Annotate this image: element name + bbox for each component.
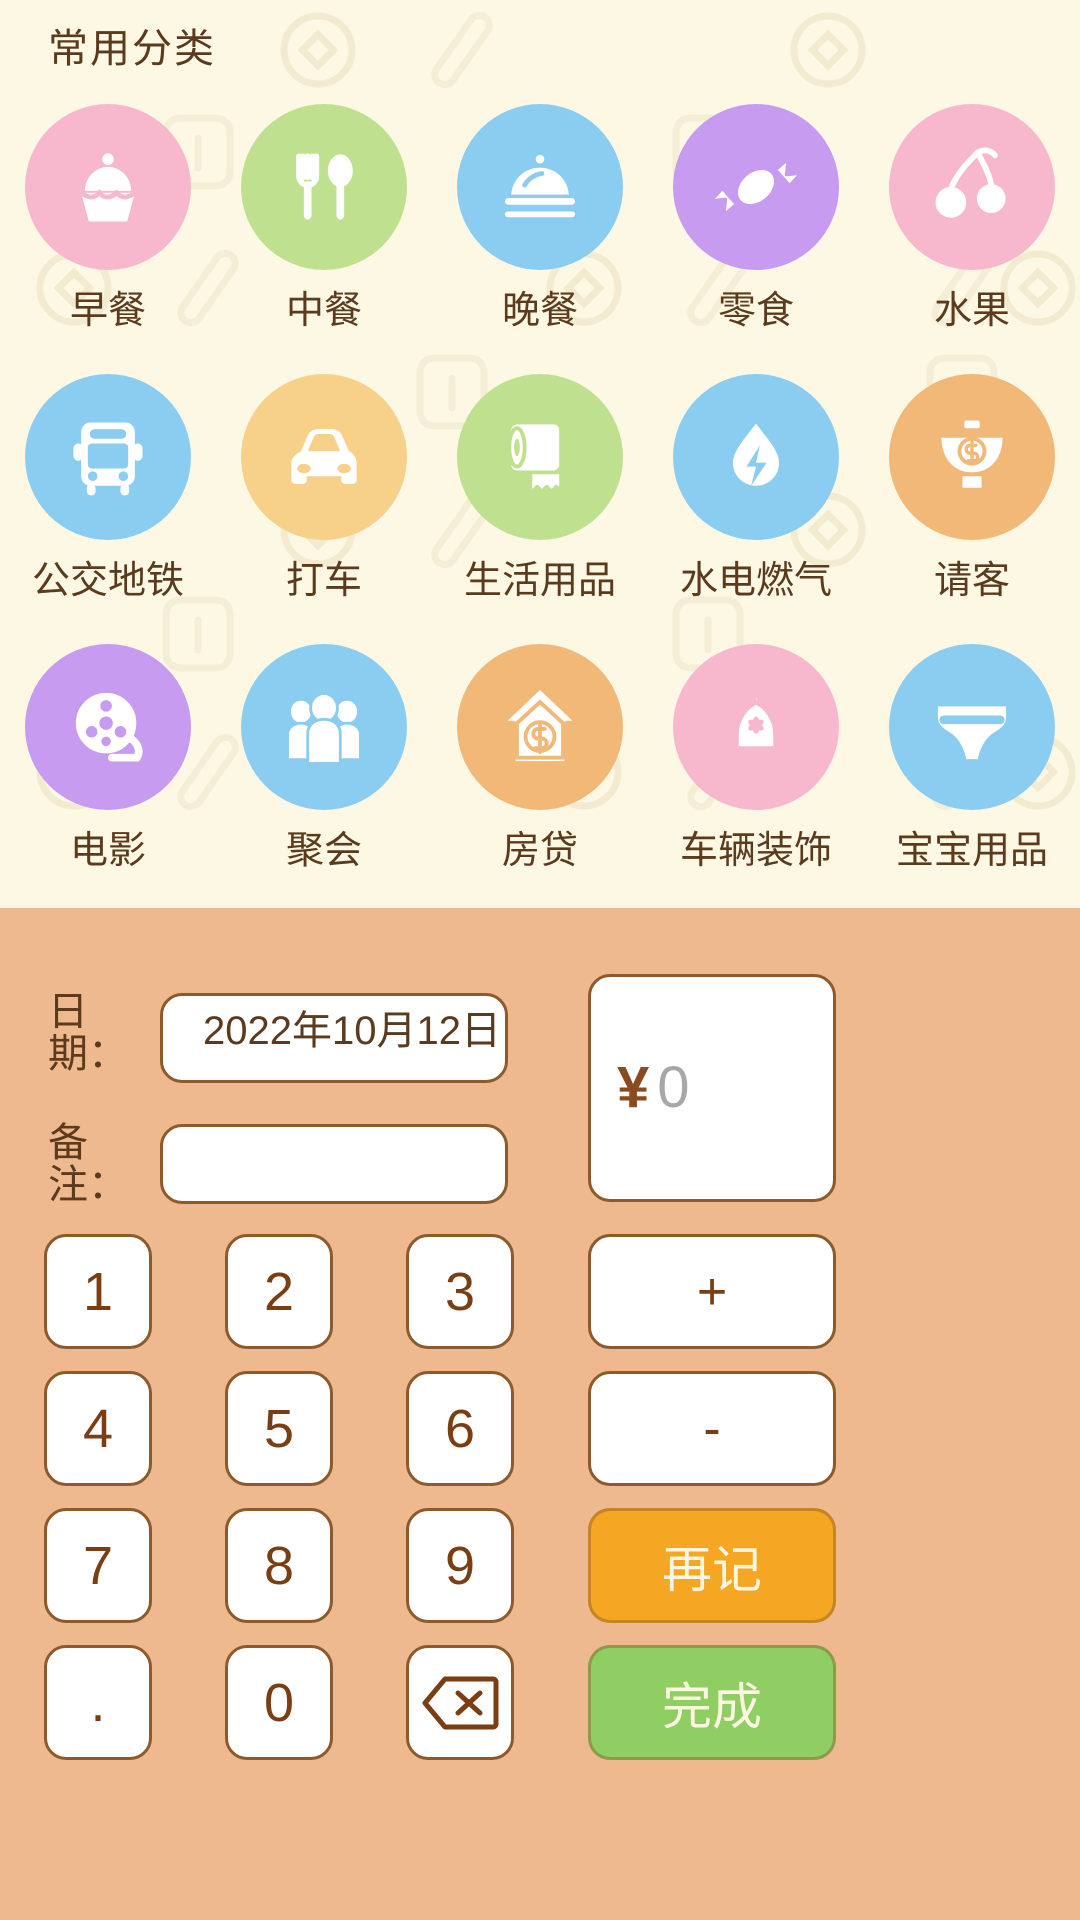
key-9[interactable]: 9	[406, 1508, 514, 1623]
treat-bowl-icon	[928, 416, 1016, 492]
category-item-treat[interactable]: 请客	[864, 366, 1080, 636]
category-label: 公交地铁	[31, 560, 184, 602]
category-icon-bg	[25, 104, 191, 270]
key-decimal[interactable]: .	[44, 1645, 152, 1760]
category-icon-bg	[241, 104, 407, 270]
category-item-lunch[interactable]: 中餐	[216, 96, 432, 366]
category-icon-bg	[457, 644, 623, 810]
category-icon-bg	[889, 104, 1055, 270]
amount-value: 0	[657, 1055, 690, 1120]
category-label: 早餐	[69, 290, 146, 332]
category-label: 零食	[717, 290, 794, 332]
note-field-label: 备注：	[48, 1121, 128, 1207]
category-row: 电影 聚会 房贷 车辆装饰 宝宝用品	[0, 636, 1080, 906]
category-label: 水果	[933, 290, 1010, 332]
currency-symbol: ¥	[617, 1055, 650, 1120]
done-button[interactable]: 完成	[588, 1645, 836, 1760]
backspace-icon	[422, 1676, 499, 1729]
date-input[interactable]: 2022年10月12日	[160, 993, 508, 1083]
key-backspace[interactable]	[406, 1645, 514, 1760]
house-money-icon	[499, 684, 581, 766]
category-label: 水电燃气	[679, 560, 832, 602]
category-item-movie[interactable]: 电影	[0, 636, 216, 906]
category-grid: 早餐 中餐 晚餐 零食 水果 公交地铁 打车 生活用品 水电燃气 请客 电影 聚…	[0, 96, 1080, 906]
category-item-fruit[interactable]: 水果	[864, 96, 1080, 366]
car-decor-icon	[734, 685, 778, 763]
key-7[interactable]: 7	[44, 1508, 152, 1623]
category-icon-bg	[241, 374, 407, 540]
car-icon	[291, 429, 357, 484]
amount-display[interactable]: ¥ 0	[588, 974, 836, 1202]
category-label: 中餐	[285, 290, 362, 332]
category-icon-bg	[889, 644, 1055, 810]
category-item-daily-goods[interactable]: 生活用品	[432, 366, 648, 636]
input-panel: 日期： 2022年10月12日 备注： ¥ 0 1 2 3 4 5 6 7 8 …	[0, 908, 1080, 1920]
category-item-transit[interactable]: 公交地铁	[0, 366, 216, 636]
category-item-taxi[interactable]: 打车	[216, 366, 432, 636]
key-4[interactable]: 4	[44, 1371, 152, 1486]
category-row: 早餐 中餐 晚餐 零食 水果	[0, 96, 1080, 366]
cloche-icon	[502, 151, 578, 221]
category-item-gathering[interactable]: 聚会	[216, 636, 432, 906]
category-label: 请客	[933, 560, 1010, 602]
film-reel-icon	[71, 688, 143, 762]
category-item-utilities[interactable]: 水电燃气	[648, 366, 864, 636]
candy-icon	[708, 156, 804, 218]
key-0[interactable]: 0	[225, 1645, 333, 1760]
category-label: 宝宝用品	[895, 830, 1048, 872]
water-power-icon	[729, 417, 783, 490]
category-label: 晚餐	[501, 290, 578, 332]
category-icon-bg	[673, 644, 839, 810]
category-label: 打车	[285, 560, 362, 602]
key-5[interactable]: 5	[225, 1371, 333, 1486]
category-item-breakfast[interactable]: 早餐	[0, 96, 216, 366]
key-1[interactable]: 1	[44, 1234, 152, 1349]
date-value: 2022年10月12日	[203, 1009, 501, 1053]
category-label: 房贷	[501, 830, 578, 872]
category-icon-bg	[673, 374, 839, 540]
numeric-keypad: 1 2 3 4 5 6 7 8 9 . 0 + - 再记 完成	[0, 1228, 1080, 1920]
category-label: 生活用品	[463, 560, 616, 602]
key-6[interactable]: 6	[406, 1371, 514, 1486]
fork-spoon-icon	[296, 153, 353, 220]
category-item-mortgage[interactable]: 房贷	[432, 636, 648, 906]
cupcake-icon	[79, 153, 137, 222]
bus-icon	[73, 422, 143, 496]
key-minus[interactable]: -	[588, 1371, 836, 1486]
date-field-label: 日期：	[48, 990, 128, 1076]
category-panel: 常用分类 早餐 中餐 晚餐 零食 水果 公交地铁 打车 生活用品 水电燃气 请客…	[0, 0, 1080, 908]
category-label: 车辆装饰	[679, 830, 832, 872]
category-icon-bg	[457, 104, 623, 270]
category-icon-bg	[25, 644, 191, 810]
category-icon-bg	[889, 374, 1055, 540]
key-3[interactable]: 3	[406, 1234, 514, 1349]
category-icon-bg	[25, 374, 191, 540]
save-and-continue-button[interactable]: 再记	[588, 1508, 836, 1623]
toilet-paper-icon	[507, 420, 564, 494]
category-label: 电影	[69, 830, 146, 872]
people-group-icon	[286, 691, 362, 765]
category-icon-bg	[457, 374, 623, 540]
category-icon-bg	[673, 104, 839, 270]
category-item-snack[interactable]: 零食	[648, 96, 864, 366]
key-2[interactable]: 2	[225, 1234, 333, 1349]
key-plus[interactable]: +	[588, 1234, 836, 1349]
category-row: 公交地铁 打车 生活用品 水电燃气 请客	[0, 366, 1080, 636]
note-input[interactable]	[160, 1124, 508, 1204]
category-item-car-decor[interactable]: 车辆装饰	[648, 636, 864, 906]
page-title: 常用分类	[48, 27, 216, 71]
category-icon-bg	[241, 644, 407, 810]
category-label: 聚会	[285, 830, 362, 872]
category-item-dinner[interactable]: 晚餐	[432, 96, 648, 366]
diaper-icon	[933, 701, 1011, 764]
category-item-baby-goods[interactable]: 宝宝用品	[864, 636, 1080, 906]
cherry-icon	[935, 147, 1006, 218]
form-area: 日期： 2022年10月12日 备注： ¥ 0	[0, 908, 1080, 1228]
key-8[interactable]: 8	[225, 1508, 333, 1623]
